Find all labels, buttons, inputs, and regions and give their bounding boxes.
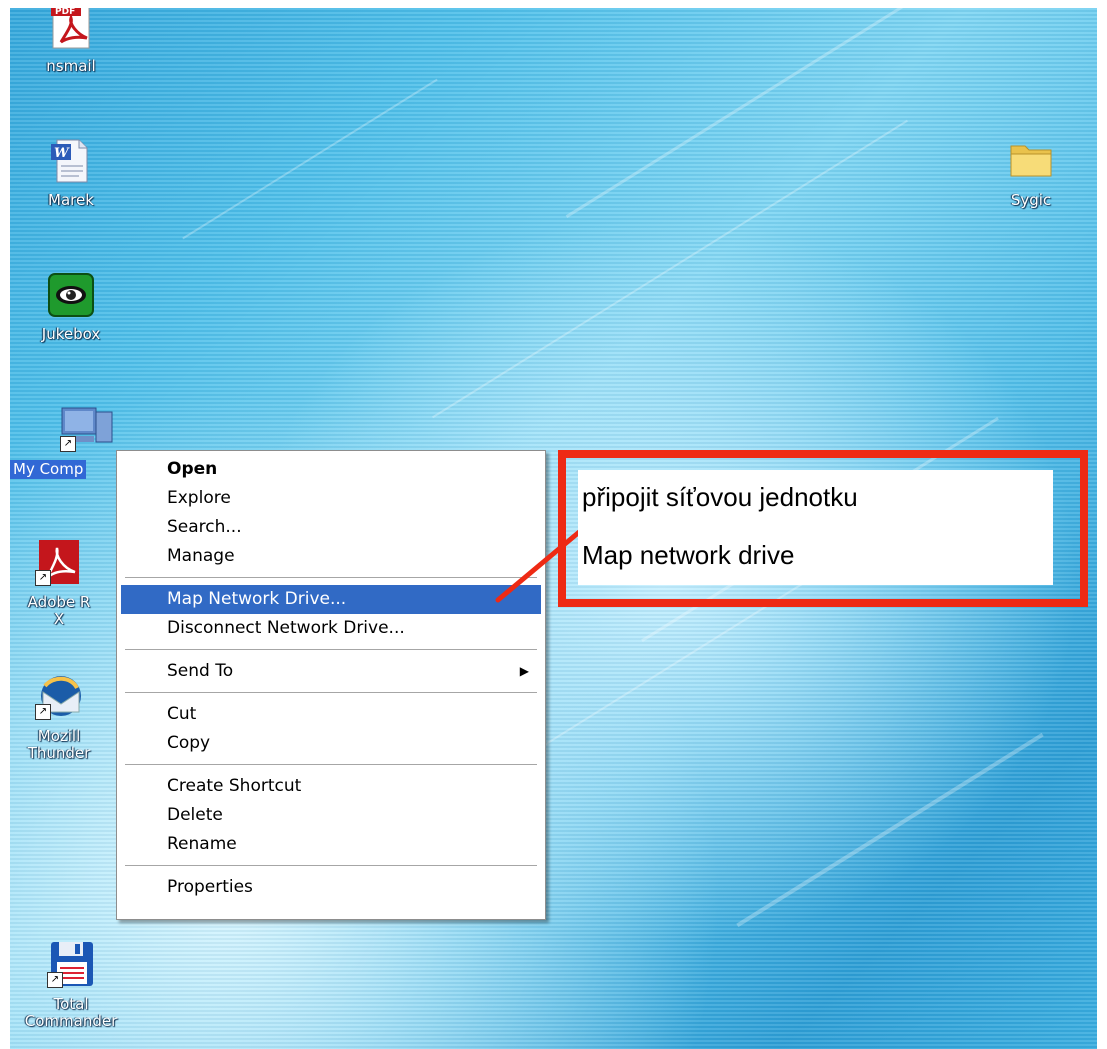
menu-item-send-to[interactable]: Send To ▶	[121, 657, 541, 686]
desktop-icon-marek[interactable]: W Marek	[16, 136, 126, 209]
desktop-icon-label: Mozill Thunder	[27, 727, 91, 762]
word-document-icon: W	[47, 136, 95, 184]
desktop-icon-total-commander[interactable]: ↗ Total Commander	[16, 940, 126, 1030]
menu-item-search[interactable]: Search...	[121, 513, 541, 542]
menu-item-map-network-drive[interactable]: Map Network Drive...	[121, 585, 541, 614]
menu-item-explore[interactable]: Explore	[121, 484, 541, 513]
shortcut-arrow-icon: ↗	[47, 972, 63, 988]
desktop-icon-nsmail[interactable]: PDF nsmail	[16, 8, 126, 75]
wallpaper-streak	[432, 119, 908, 419]
menu-item-disconnect-network-drive[interactable]: Disconnect Network Drive...	[121, 614, 541, 643]
menu-item-create-shortcut[interactable]: Create Shortcut	[121, 772, 541, 801]
menu-item-rename[interactable]: Rename	[121, 830, 541, 859]
annotation-czech-text: připojit síťovou jednotku	[582, 482, 858, 512]
desktop-icon-label: Total Commander	[24, 995, 118, 1030]
pdf-icon: PDF	[47, 8, 95, 50]
wallpaper-streak	[565, 8, 975, 218]
wallpaper-streak	[182, 78, 438, 240]
floppy-disk-icon: ↗	[47, 940, 95, 988]
desktop-icon-label: Adobe R X	[27, 593, 91, 628]
menu-item-delete[interactable]: Delete	[121, 801, 541, 830]
annotation-panel: připojit síťovou jednotku Map network dr…	[578, 470, 1053, 585]
shortcut-arrow-icon: ↗	[60, 436, 76, 452]
svg-text:PDF: PDF	[55, 8, 75, 17]
menu-separator	[125, 577, 537, 578]
desktop-icon-label: Jukebox	[41, 325, 101, 343]
menu-item-copy[interactable]: Copy	[121, 729, 541, 758]
desktop-icon-jukebox[interactable]: Jukebox	[16, 270, 126, 343]
menu-item-properties[interactable]: Properties	[121, 873, 541, 902]
my-computer-icon: ↗	[60, 404, 113, 452]
menu-item-manage[interactable]: Manage	[121, 542, 541, 571]
desktop-icon-label: nsmail	[46, 57, 96, 75]
desktop-icon-label: Sygic	[1010, 191, 1052, 209]
desktop-icon-sygic[interactable]: Sygic	[976, 136, 1086, 209]
menu-item-open[interactable]: Open	[121, 455, 541, 484]
folder-icon	[1007, 136, 1055, 184]
menu-item-cut[interactable]: Cut	[121, 700, 541, 729]
submenu-arrow-icon: ▶	[519, 664, 529, 678]
wallpaper-streak	[736, 732, 1044, 928]
desktop-icon-label: Marek	[48, 191, 94, 209]
annotation-english-text: Map network drive	[582, 540, 795, 570]
context-menu: Open Explore Search... Manage Map Networ…	[116, 450, 546, 920]
jukebox-eye-icon	[47, 270, 95, 318]
menu-separator	[125, 764, 537, 765]
menu-separator	[125, 865, 537, 866]
annotation-callout: připojit síťovou jednotku Map network dr…	[558, 450, 1088, 607]
menu-item-label: Send To	[167, 661, 234, 681]
svg-text:W: W	[54, 146, 70, 161]
shortcut-arrow-icon: ↗	[35, 704, 51, 720]
desktop-icon-label: My Comp	[10, 460, 87, 479]
desktop-icon-thunderbird[interactable]: ↗ Mozill Thunder	[10, 672, 114, 762]
shortcut-arrow-icon: ↗	[35, 570, 51, 586]
desktop-icon-adobe-reader[interactable]: ↗ Adobe R X	[10, 538, 114, 628]
menu-separator	[125, 692, 537, 693]
thunderbird-icon: ↗	[35, 672, 83, 720]
adobe-reader-icon: ↗	[35, 538, 83, 586]
desktop-icon-my-computer[interactable]: ↗ My Comp	[10, 404, 120, 479]
menu-separator	[125, 649, 537, 650]
